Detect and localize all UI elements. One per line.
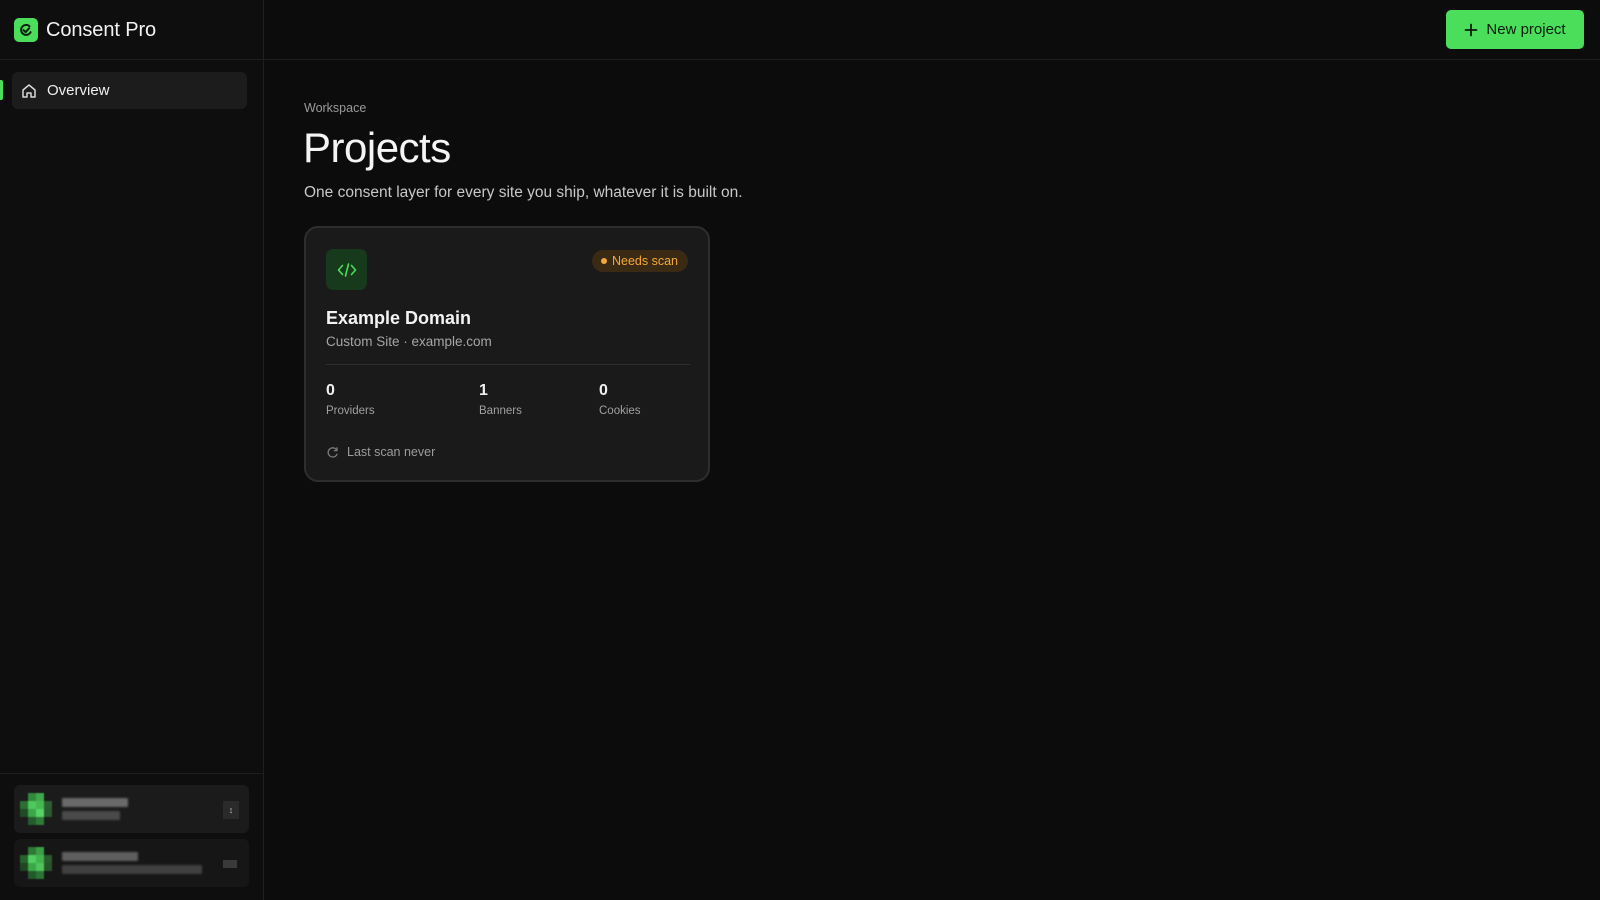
page-title: Projects [303, 124, 451, 171]
code-icon [326, 249, 367, 290]
last-scan-label: Last scan never [347, 445, 436, 459]
avatar [20, 793, 52, 825]
active-nav-indicator [0, 80, 3, 100]
last-scan: Last scan never [326, 445, 435, 459]
divider [0, 773, 264, 774]
sidebar-item-overview[interactable]: Overview [12, 72, 247, 109]
redacted-account-text [62, 798, 128, 820]
app-name: Consent Pro [46, 18, 157, 41]
stat-label: Cookies [599, 405, 641, 417]
stat-value: 0 [326, 382, 335, 399]
divider [326, 364, 690, 365]
stat-value: 0 [599, 382, 608, 399]
new-project-button[interactable]: New project [1446, 10, 1584, 49]
brand[interactable]: Consent Pro [14, 17, 156, 43]
stat-label: Banners [479, 405, 522, 417]
breadcrumb: Workspace [304, 101, 367, 115]
sidebar-item-label: Overview [47, 82, 110, 99]
refresh-icon [326, 446, 339, 459]
stat-providers: 0 Providers [326, 382, 375, 417]
status-label: Needs scan [611, 254, 678, 268]
chevron-updown-icon: ↕ [223, 801, 239, 819]
home-icon [20, 82, 38, 100]
status-dot-icon [600, 258, 607, 264]
project-card[interactable]: Needs scan Example Domain Custom Site · … [304, 226, 710, 482]
more-icon [223, 860, 237, 868]
divider [264, 59, 1600, 60]
stat-cookies: 0 Cookies [599, 382, 641, 417]
stat-value: 1 [479, 382, 488, 399]
app-root: Consent Pro Overview ↕ New project Works… [0, 0, 1600, 900]
plus-icon [1464, 23, 1478, 37]
page-subtitle: One consent layer for every site you shi… [304, 184, 743, 201]
consent-check-logo-icon [14, 18, 38, 42]
workspace-switcher[interactable]: ↕ [14, 785, 249, 833]
project-meta: Custom Site · example.com [326, 334, 492, 349]
redacted-account-text [62, 852, 202, 874]
status-badge: Needs scan [591, 250, 688, 272]
new-project-label: New project [1486, 21, 1566, 38]
sidebar: Consent Pro Overview ↕ [0, 0, 264, 900]
project-name: Example Domain [326, 308, 472, 328]
stat-label: Providers [326, 405, 375, 417]
stat-banners: 1 Banners [479, 382, 522, 417]
avatar [20, 847, 52, 879]
user-menu[interactable] [14, 839, 249, 887]
divider [0, 59, 264, 60]
